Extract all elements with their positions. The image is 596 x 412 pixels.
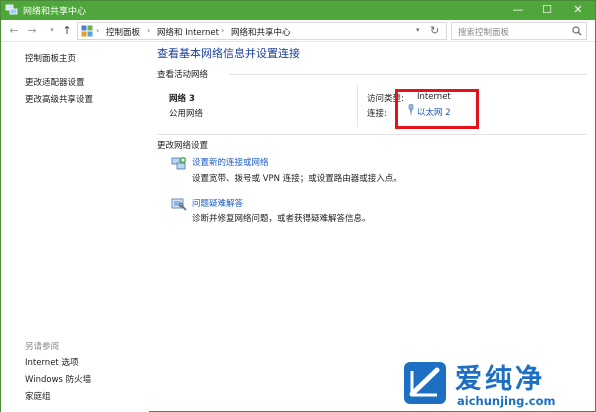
maximize-button[interactable]: ☐ — [533, 1, 561, 20]
vertical-divider — [357, 85, 358, 127]
search-input[interactable]: 搜索控制面板 — [451, 22, 587, 40]
section-divider — [157, 134, 587, 135]
left-navigation-pane: 控制面板主页 更改适配器设置 更改高级共享设置 另请参阅 Internet 选项… — [1, 42, 149, 412]
homegroup-link[interactable]: 家庭组 — [25, 390, 51, 402]
breadcrumb-separator: › — [96, 26, 100, 35]
address-dropdown-chevron-icon[interactable]: ▾ — [416, 26, 420, 34]
recent-locations-chevron-icon[interactable]: ▾ — [46, 24, 58, 37]
breadcrumb-separator: › — [147, 26, 151, 35]
network-type[interactable]: 公用网络 — [169, 107, 203, 119]
aichunjing-watermark: 爱纯净 aichunjing.com — [399, 357, 595, 411]
network-setup-icon — [171, 157, 186, 170]
window-title: 网络和共享中心 — [23, 7, 87, 17]
network-name: 网络 3 — [169, 94, 195, 104]
network-app-icon — [5, 4, 18, 15]
close-button[interactable]: ✕ — [564, 1, 592, 20]
aichunjing-logo-icon — [404, 362, 446, 404]
address-box[interactable]: › 控制面板 › 网络和 Internet › 网络和共享中心 ▾ ↻ — [77, 22, 447, 40]
change-advanced-sharing-link[interactable]: 更改高级共享设置 — [25, 93, 93, 105]
section-divider — [229, 74, 587, 75]
troubleshoot-problems-link[interactable]: 问题疑难解答 — [192, 197, 243, 209]
control-panel-icon — [81, 25, 93, 37]
setup-new-connection-link[interactable]: 设置新的连接或网络 — [192, 156, 269, 168]
active-networks-header: 查看活动网络 — [157, 70, 209, 80]
search-icon[interactable] — [572, 26, 582, 36]
control-panel-home-link[interactable]: 控制面板主页 — [25, 52, 76, 64]
title-bar: 网络和共享中心 — ☐ ✕ — [1, 1, 595, 20]
page-title: 查看基本网络信息并设置连接 — [157, 47, 300, 60]
setup-new-connection-description: 设置宽带、拨号或 VPN 连接；或设置路由器或接入点。 — [192, 174, 402, 184]
change-adapter-settings-link[interactable]: 更改适配器设置 — [25, 76, 85, 88]
red-highlight-box — [395, 89, 479, 129]
network-sharing-center-window: 网络和共享中心 — ☐ ✕ ← → ▾ ↑ › 控制面板 › 网络和 Inter… — [0, 0, 596, 412]
change-network-settings-header: 更改网络设置 — [157, 141, 209, 151]
breadcrumb-control-panel[interactable]: 控制面板 — [106, 26, 140, 38]
back-arrow-icon[interactable]: ← — [8, 24, 20, 37]
up-arrow-icon[interactable]: ↑ — [61, 24, 73, 37]
watermark-text: 爱纯净 — [455, 364, 545, 395]
connections-label: 连接: — [367, 109, 387, 119]
breadcrumb-network-sharing-center[interactable]: 网络和共享中心 — [231, 26, 291, 38]
watermark-url: aichunjing.com — [457, 394, 556, 408]
breadcrumb-network-internet[interactable]: 网络和 Internet — [157, 26, 219, 38]
search-placeholder: 搜索控制面板 — [458, 28, 510, 38]
minimize-button[interactable]: — — [504, 1, 532, 20]
troubleshoot-icon — [171, 198, 187, 211]
breadcrumb-separator: › — [221, 26, 225, 35]
windows-firewall-link[interactable]: Windows 防火墙 — [25, 373, 91, 385]
see-also-header: 另请参阅 — [25, 342, 60, 352]
address-bar: ← → ▾ ↑ › 控制面板 › 网络和 Internet › 网络和共享中心 … — [1, 20, 595, 42]
refresh-icon[interactable]: ↻ — [430, 24, 439, 37]
internet-options-link[interactable]: Internet 选项 — [25, 356, 78, 368]
forward-arrow-icon[interactable]: → — [26, 24, 38, 37]
troubleshoot-description: 诊断并修复网络问题，或者获得疑难解答信息。 — [192, 214, 371, 224]
